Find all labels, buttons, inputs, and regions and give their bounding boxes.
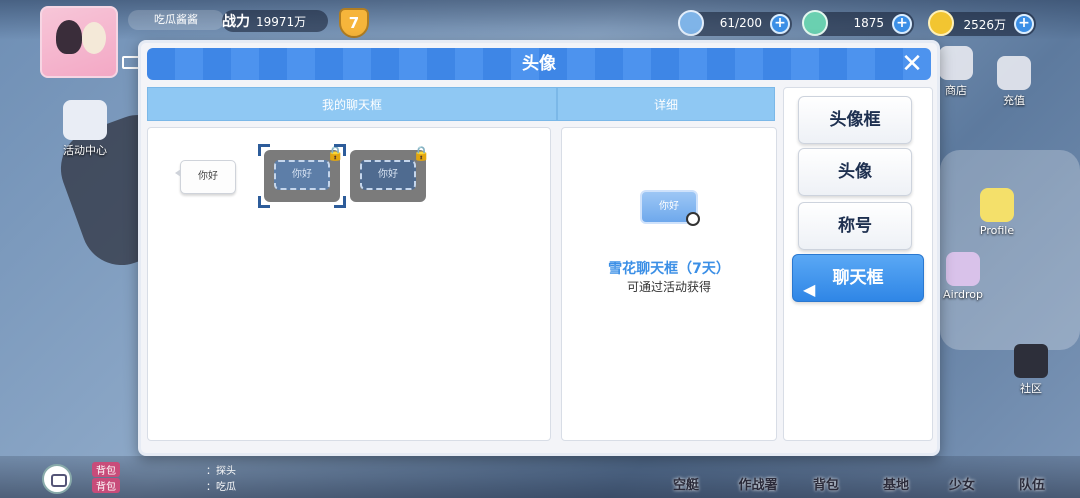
shop-button[interactable]: 商店: [936, 46, 976, 98]
resource-energy: 61/200 +: [678, 10, 792, 36]
detail-frame-preview: 你好: [640, 190, 700, 226]
nav-team[interactable]: 队伍: [1004, 474, 1060, 493]
chevron-left-icon: ◀: [803, 280, 816, 299]
player-avatar[interactable]: [40, 6, 118, 78]
chat-frame-snowflake-dark[interactable]: 你好 🔒: [350, 146, 430, 202]
nav-base[interactable]: 基地: [868, 474, 924, 493]
add-gold-button[interactable]: +: [1014, 14, 1034, 34]
level-value: 7: [339, 8, 369, 38]
activity-center-button[interactable]: 活动中心: [52, 100, 118, 158]
chat-frame-button[interactable]: ◀ 聊天框: [792, 254, 924, 302]
lock-icon: 🔒: [412, 146, 430, 162]
recharge-icon: [997, 56, 1031, 90]
chat-frame-preview-text: 你好: [360, 160, 416, 190]
level-badge: 7: [336, 8, 372, 40]
chat-text: ：探头: [206, 466, 236, 477]
energy-value: 61/200: [719, 16, 762, 30]
resource-gold: 2526万 +: [928, 10, 1036, 36]
nav-backpack[interactable]: 背包: [798, 474, 854, 493]
power-label: 战力: [222, 14, 250, 30]
background-building: [940, 150, 1080, 350]
selection-corner-icon: [334, 144, 346, 156]
activity-center-icon: [63, 100, 107, 140]
selection-corner-icon: [258, 144, 270, 156]
chat-line: 背包 ：探头: [92, 462, 236, 477]
close-button[interactable]: ✕: [899, 51, 925, 77]
resource-feather: 1875 +: [802, 10, 914, 36]
chat-icon[interactable]: [42, 464, 72, 494]
feather-icon: [802, 10, 828, 36]
airdrop-button[interactable]: Airdrop: [938, 252, 988, 301]
modal-title: 头像: [522, 54, 556, 74]
add-feather-button[interactable]: +: [892, 14, 912, 34]
chat-line: 背包 ：吃瓜: [92, 478, 236, 493]
detail-panel: 你好 雪花聊天框（7天） 可通过活动获得: [561, 127, 777, 441]
chat-frame-default[interactable]: 你好: [175, 160, 236, 194]
modal-header: 头像 ✕: [147, 48, 931, 80]
avatar-frame-button[interactable]: 头像框: [798, 96, 912, 144]
chat-frame-button-label: 聊天框: [832, 268, 884, 288]
chat-tag: 背包: [92, 478, 120, 493]
avatar-character-light: [82, 22, 106, 54]
penguin-icon: [686, 212, 700, 226]
category-panel: 头像框 头像 称号 ◀ 聊天框: [783, 87, 933, 441]
selection-corner-icon: [334, 196, 346, 208]
shop-label: 商店: [945, 84, 967, 97]
nav-operations[interactable]: 作战署: [730, 474, 786, 493]
shop-icon: [939, 46, 973, 80]
community-label: 社区: [1020, 382, 1042, 395]
nav-girls[interactable]: 少女: [934, 474, 990, 493]
community-button[interactable]: 社区: [1006, 344, 1056, 396]
recharge-label: 充值: [1003, 94, 1025, 107]
title-button[interactable]: 称号: [798, 202, 912, 250]
tab-my-chat-frames[interactable]: 我的聊天框: [147, 87, 557, 121]
gold-value: 2526万: [963, 18, 1006, 32]
avatar-button[interactable]: 头像: [798, 148, 912, 196]
energy-icon: [678, 10, 704, 36]
airdrop-icon: [946, 252, 980, 286]
recharge-button[interactable]: 充值: [994, 56, 1034, 108]
feather-value: 1875: [853, 16, 884, 30]
frame-list-panel: 你好 你好 🔒 你好 🔒: [147, 127, 551, 441]
profile-label: Profile: [979, 224, 1015, 237]
gold-coin-icon: [928, 10, 954, 36]
airdrop-label: Airdrop: [943, 288, 983, 301]
chat-frame-preview-text: 你好: [274, 160, 330, 190]
avatar-modal: 头像 ✕ 我的聊天框 详细 你好 你好 🔒 你好 🔒 你好 雪花聊天框（7天） …: [138, 40, 940, 456]
avatar-character-dark: [56, 20, 82, 54]
nav-airship[interactable]: 空艇: [658, 474, 714, 493]
community-icon: [1014, 344, 1048, 378]
tab-details[interactable]: 详细: [557, 87, 775, 121]
power-value: 19971万: [256, 15, 307, 29]
activity-center-label: 活动中心: [63, 144, 107, 157]
detail-preview-text: 你好: [659, 201, 679, 212]
profile-icon: [980, 188, 1014, 222]
selection-corner-icon: [258, 196, 270, 208]
detail-item-name: 雪花聊天框（7天）: [608, 261, 730, 277]
player-name: 吃瓜酱酱: [128, 10, 224, 30]
detail-item-description: 可通过活动获得: [626, 280, 711, 294]
chat-frame-snowflake[interactable]: 你好 🔒: [258, 144, 346, 208]
add-energy-button[interactable]: +: [770, 14, 790, 34]
chat-text: ：吃瓜: [206, 482, 236, 493]
chat-tag: 背包: [92, 462, 120, 477]
profile-button[interactable]: Profile: [972, 188, 1022, 237]
